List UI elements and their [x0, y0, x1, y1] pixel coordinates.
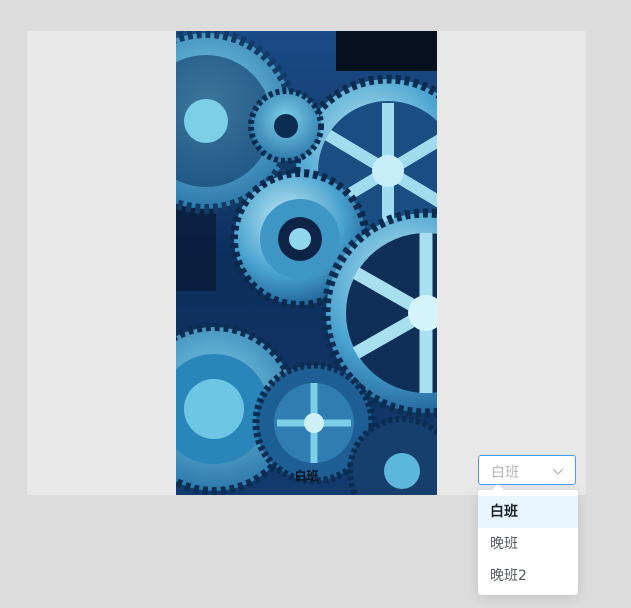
option-night-shift-2[interactable]: 晚班2	[478, 560, 578, 592]
option-night-shift[interactable]: 晚班	[478, 528, 578, 560]
chevron-down-icon	[551, 463, 565, 477]
dropdown-arrow	[492, 484, 504, 490]
image-caption: 白班	[294, 469, 319, 483]
select-dropdown: 白班 晚班 晚班2	[478, 484, 578, 595]
shift-select[interactable]: 白班	[478, 455, 576, 485]
select-value: 白班	[491, 465, 519, 481]
option-day-shift[interactable]: 白班	[478, 496, 578, 528]
gears-image: 白班	[176, 31, 437, 495]
